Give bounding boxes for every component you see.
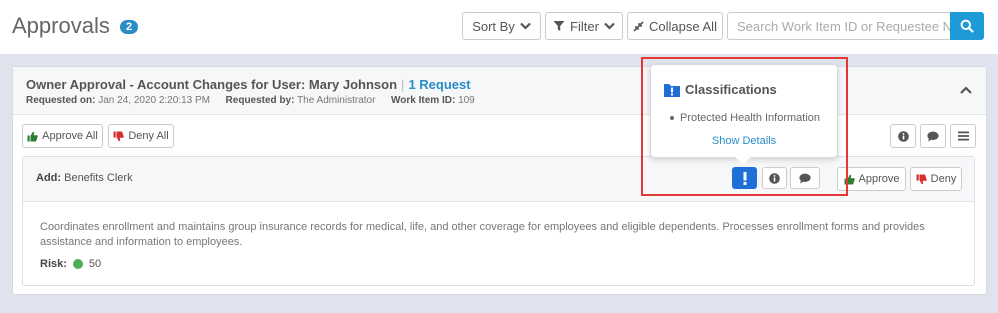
- collapse-all-label: Collapse All: [649, 18, 717, 34]
- item-entitlement: Add: Benefits Clerk: [36, 172, 133, 184]
- requested-by-label: Requested by:: [225, 95, 295, 106]
- risk-label: Risk:: [40, 258, 67, 270]
- request-comment-button[interactable]: [920, 124, 946, 148]
- deny-all-button[interactable]: Deny All: [108, 124, 174, 148]
- work-item-label: Work Item ID:: [391, 95, 456, 106]
- compress-icon: [633, 20, 644, 32]
- deny-label: Deny: [930, 173, 957, 185]
- approve-all-button[interactable]: Approve All: [22, 124, 103, 148]
- search-button[interactable]: [950, 12, 984, 40]
- requested-on-label: Requested on:: [26, 95, 96, 106]
- deny-button[interactable]: Deny: [910, 167, 962, 191]
- search-icon: [960, 19, 974, 33]
- risk-indicator: Risk: 50: [40, 258, 101, 270]
- deny-all-label: Deny All: [128, 130, 169, 142]
- chevron-down-icon: [520, 22, 531, 30]
- chevron-up-icon[interactable]: [959, 85, 973, 95]
- request-info-button[interactable]: [890, 124, 916, 148]
- collapse-all-button[interactable]: Collapse All: [627, 12, 723, 40]
- sort-by-button[interactable]: Sort By: [462, 12, 541, 40]
- requested-on-value: Jan 24, 2020 2:20:13 PM: [98, 95, 210, 106]
- request-menu-button[interactable]: [950, 124, 976, 148]
- item-description: Coordinates enrollment and maintains gro…: [40, 221, 925, 248]
- requested-by-value: The Administrator: [297, 95, 376, 106]
- item-entitlement-name: Benefits Clerk: [64, 172, 133, 184]
- thumbs-down-icon: [113, 131, 125, 141]
- risk-value: 50: [88, 258, 102, 270]
- comment-icon: [927, 131, 939, 141]
- page-title-text: Approvals: [12, 13, 110, 38]
- top-bar: Approvals 2 Sort By Filter Collapse All: [0, 0, 998, 54]
- thumbs-up-icon: [27, 131, 38, 141]
- thumbs-down-icon: [916, 174, 927, 184]
- approve-label: Approve: [858, 173, 900, 185]
- page-title: Approvals 2: [12, 13, 139, 39]
- sort-by-label: Sort By: [472, 18, 515, 34]
- chevron-down-icon: [604, 22, 615, 30]
- request-count-link[interactable]: 1 Request: [408, 77, 470, 92]
- approve-all-label: Approve All: [42, 130, 98, 142]
- search-input[interactable]: [727, 12, 950, 40]
- menu-icon: [957, 131, 969, 141]
- request-title-text: Owner Approval - Account Changes for Use…: [26, 77, 398, 92]
- filter-icon: [553, 21, 565, 31]
- info-icon: [897, 130, 909, 142]
- title-separator: |: [401, 77, 405, 92]
- highlight-box: [641, 57, 848, 196]
- request-title: Owner Approval - Account Changes for Use…: [26, 77, 471, 92]
- work-item-id-value: 109: [458, 95, 475, 106]
- filter-button[interactable]: Filter: [545, 12, 623, 40]
- approvals-count-badge: 2: [119, 20, 139, 34]
- risk-status-icon: [72, 259, 83, 269]
- request-meta: Requested on: Jan 24, 2020 2:20:13 PM Re…: [26, 95, 475, 106]
- item-action-label: Add:: [36, 172, 62, 184]
- filter-label: Filter: [570, 18, 599, 34]
